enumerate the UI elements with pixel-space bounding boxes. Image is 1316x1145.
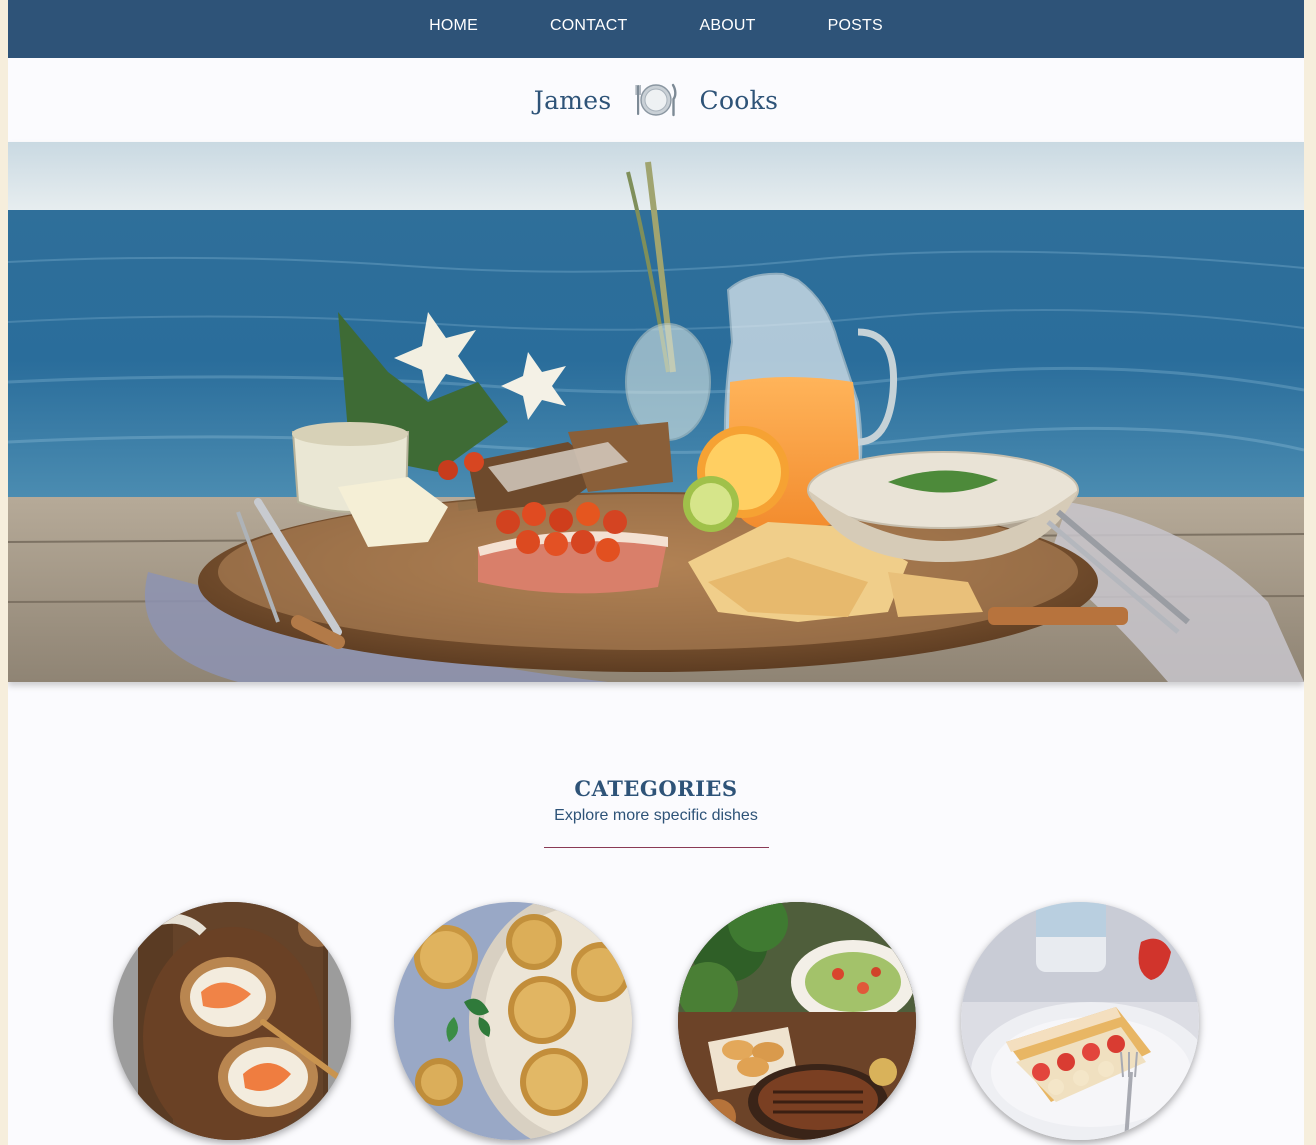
hero-seaside-breakfast-image — [8, 142, 1304, 682]
brand-first-word: James — [533, 85, 612, 115]
categories-section: CATEGORIES Explore more specific dishes — [8, 776, 1304, 848]
top-navigation: HOME CONTACT ABOUT POSTS — [8, 0, 1304, 58]
category-item-salmon-toast[interactable] — [113, 902, 351, 1140]
categories-divider — [543, 847, 769, 848]
categories-title: CATEGORIES — [574, 776, 738, 801]
nav-posts-link[interactable]: POSTS — [828, 17, 883, 35]
site-brand[interactable]: James Cooks — [8, 58, 1304, 142]
nav-about-link[interactable]: ABOUT — [700, 17, 756, 35]
plate-cutlery-icon — [634, 82, 678, 118]
nav-home-link[interactable]: HOME — [429, 17, 478, 35]
bread-rolls-image — [394, 902, 632, 1140]
nav-contact-link[interactable]: CONTACT — [550, 17, 628, 35]
grill-feast-image — [678, 902, 916, 1140]
strawberry-pastry-image — [961, 902, 1199, 1140]
category-item-bread-rolls[interactable] — [394, 902, 632, 1140]
category-item-grill-feast[interactable] — [678, 902, 916, 1140]
categories-subtitle: Explore more specific dishes — [554, 807, 758, 824]
brand-last-word: Cooks — [699, 85, 779, 115]
page: HOME CONTACT ABOUT POSTS James Cooks CAT… — [8, 0, 1304, 1145]
category-item-strawberry-pastry[interactable] — [961, 902, 1199, 1140]
salmon-toast-image — [113, 902, 351, 1140]
